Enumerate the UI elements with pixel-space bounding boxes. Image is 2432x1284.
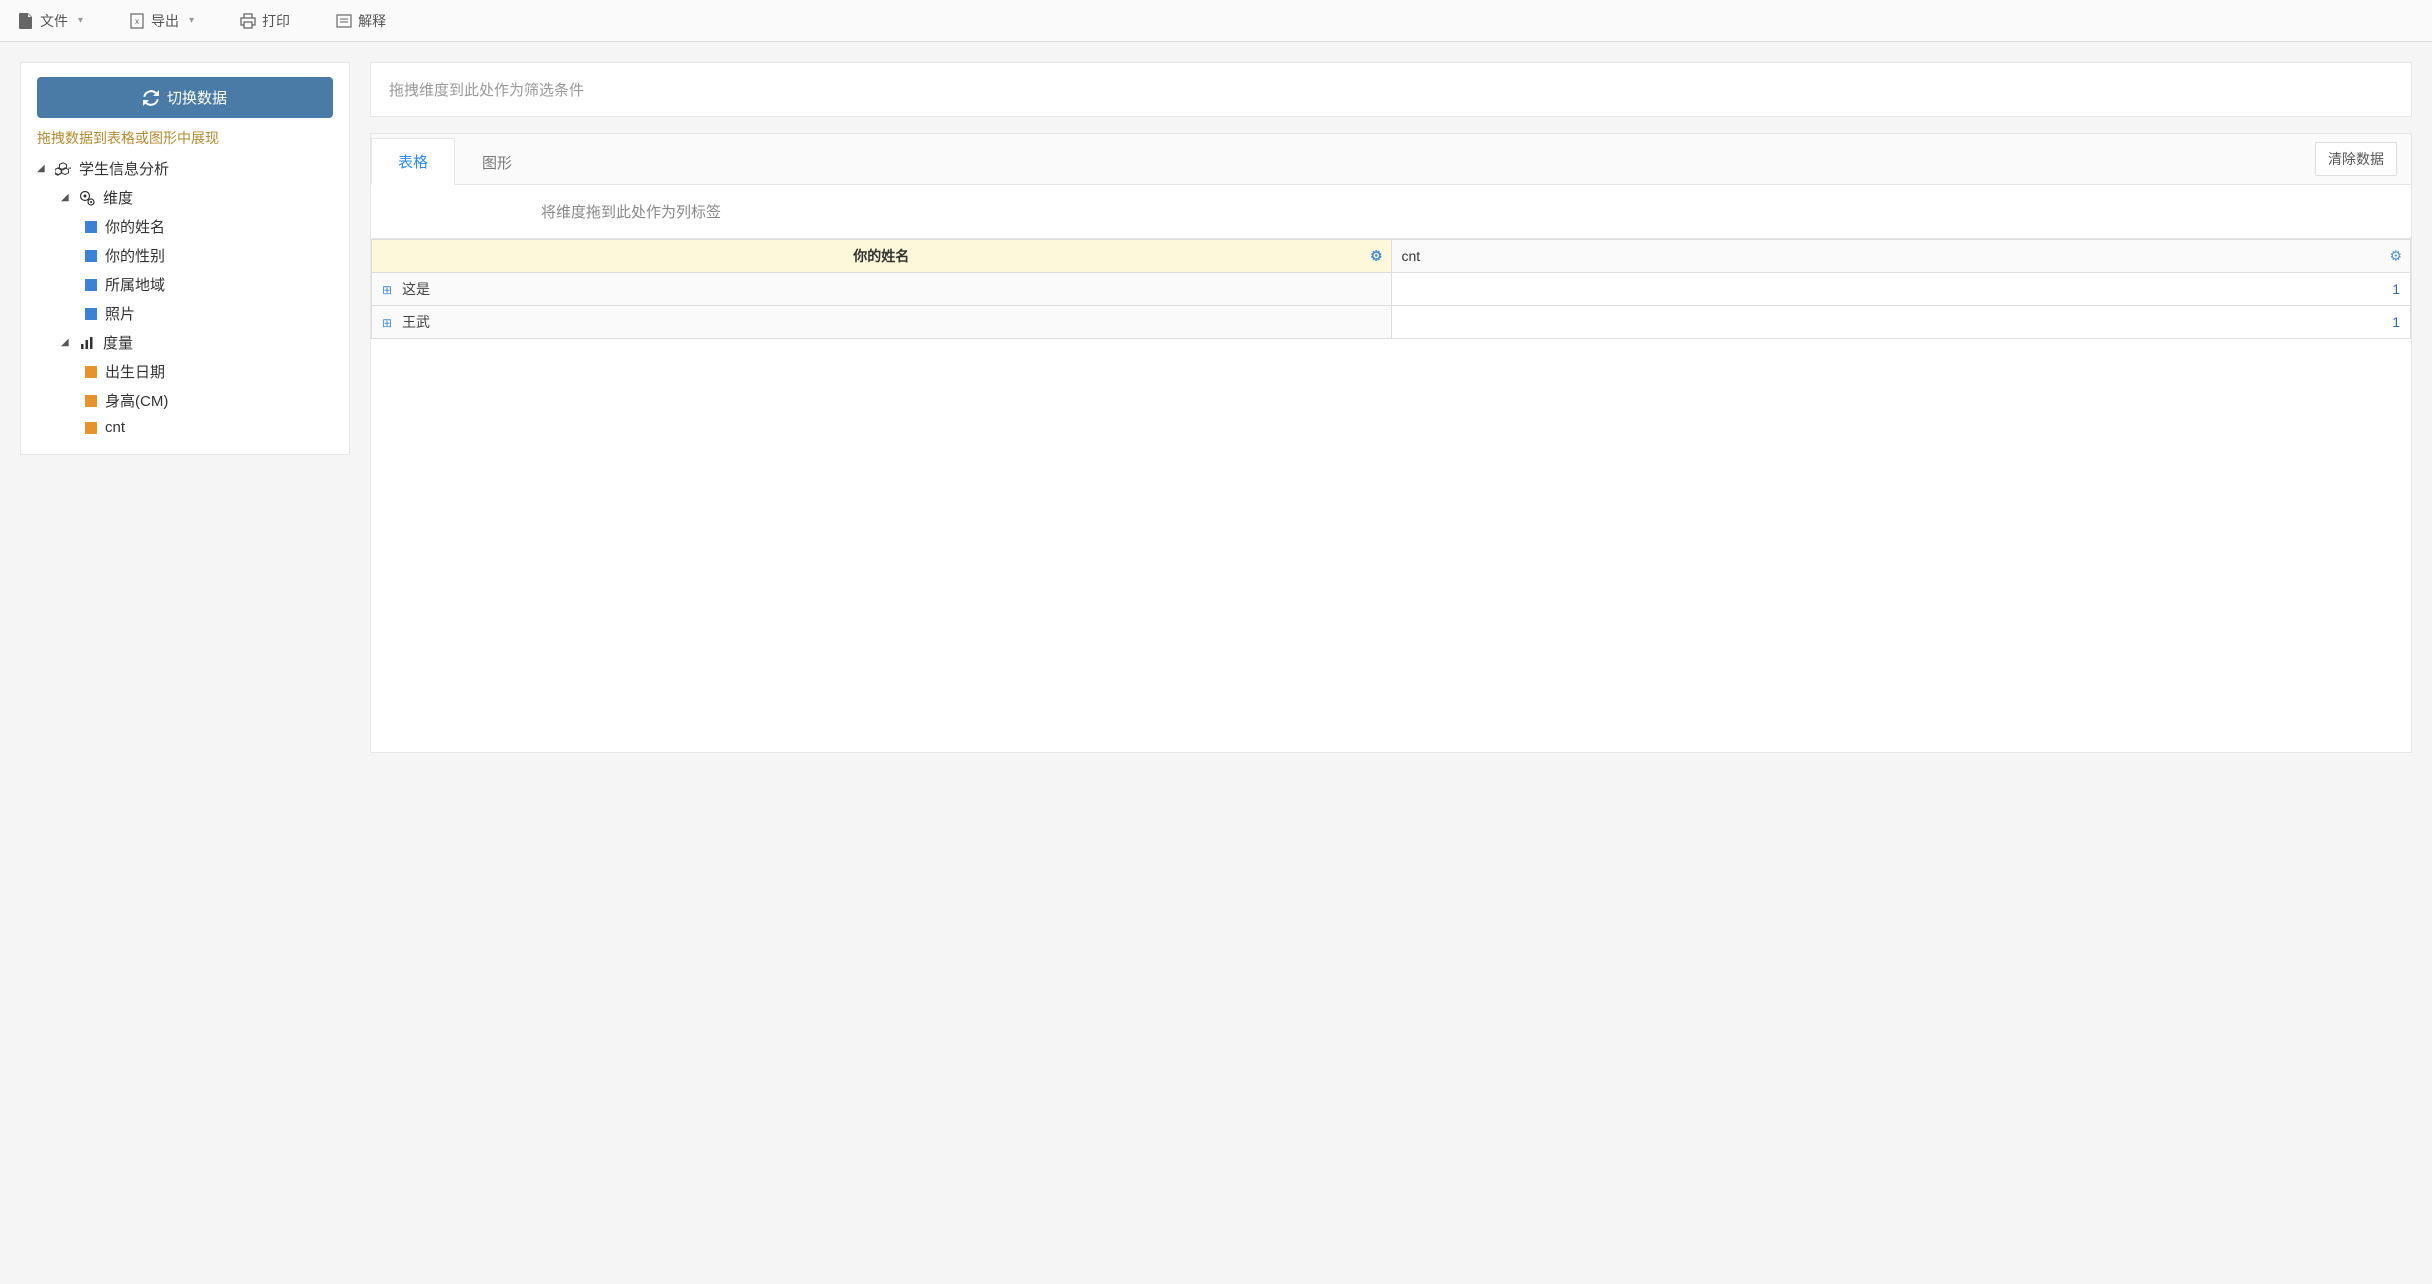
measure-group[interactable]: ◢ 度量: [61, 328, 333, 357]
pivot-value-cell[interactable]: 1: [1391, 306, 2411, 339]
measure-item[interactable]: 身高(CM): [85, 386, 333, 415]
result-panel: 表格 图形 清除数据 将维度拖到此处作为列标签 你的姓名 ⚙: [370, 133, 2412, 753]
dimension-item-label: 照片: [105, 303, 135, 324]
expand-icon[interactable]: ⊞: [382, 283, 392, 297]
switch-data-label: 切换数据: [167, 87, 227, 108]
pivot-row-label-cell[interactable]: ⊞ 王武: [372, 306, 1392, 339]
caret-icon: ◢: [37, 163, 47, 174]
content-area: 拖拽维度到此处作为筛选条件 表格 图形 清除数据 将维度拖到此处作为列标签: [370, 62, 2412, 753]
dimension-group[interactable]: ◢ 维度: [61, 183, 333, 212]
export-menu[interactable]: x 导出 ▾: [121, 7, 202, 35]
chevron-down-icon: ▾: [78, 15, 83, 26]
dimension-item-label: 你的性别: [105, 245, 165, 266]
svg-text:x: x: [135, 17, 139, 26]
dimension-item-label: 所属地域: [105, 274, 165, 295]
pivot-value-cell[interactable]: 1: [1391, 273, 2411, 306]
tabs: 表格 图形: [371, 138, 539, 184]
gear-icon[interactable]: ⚙: [1370, 248, 1383, 265]
measure-item[interactable]: 出生日期: [85, 357, 333, 386]
dimension-item[interactable]: 你的性别: [85, 241, 333, 270]
cubes-icon: [55, 161, 71, 177]
measure-item-label: 身高(CM): [105, 390, 168, 411]
measure-item-label: 出生日期: [105, 361, 165, 382]
filter-drop-zone[interactable]: 拖拽维度到此处作为筛选条件: [370, 62, 2412, 117]
explain-button[interactable]: 解释: [328, 7, 394, 35]
measure-marker-icon: [85, 395, 97, 407]
switch-data-button[interactable]: 切换数据: [37, 77, 333, 118]
file-menu-label: 文件: [40, 11, 68, 31]
pivot-measure-header[interactable]: cnt ⚙: [1391, 240, 2411, 273]
bars-icon: [79, 335, 95, 351]
data-tree: ◢ 学生信息分析 ◢ 维度: [37, 154, 333, 440]
pivot-table: 你的姓名 ⚙ cnt ⚙ ⊞ 这是 1: [371, 239, 2411, 339]
tab-chart-label: 图形: [482, 155, 512, 172]
chevron-down-icon: ▾: [189, 15, 194, 26]
file-menu[interactable]: 文件 ▾: [10, 7, 91, 35]
pivot-header-row: 你的姓名 ⚙ cnt ⚙: [372, 240, 2411, 273]
expand-icon[interactable]: ⊞: [382, 316, 392, 330]
file-icon: [18, 13, 34, 29]
tree-root[interactable]: ◢ 学生信息分析: [37, 154, 333, 183]
clear-data-button[interactable]: 清除数据: [2315, 142, 2397, 176]
print-button-label: 打印: [262, 11, 290, 31]
pivot-dim-header[interactable]: 你的姓名 ⚙: [372, 240, 1392, 273]
print-icon: [240, 13, 256, 29]
dimension-item[interactable]: 你的姓名: [85, 212, 333, 241]
pivot-data-row: ⊞ 这是 1: [372, 273, 2411, 306]
dimension-item-label: 你的姓名: [105, 216, 165, 237]
pivot-dim-header-label: 你的姓名: [853, 248, 909, 264]
measure-item-label: cnt: [105, 419, 125, 436]
export-icon: x: [129, 13, 145, 29]
pivot-data-row: ⊞ 王武 1: [372, 306, 2411, 339]
print-button[interactable]: 打印: [232, 7, 298, 35]
tree-root-label: 学生信息分析: [79, 158, 169, 179]
refresh-icon: [143, 90, 159, 106]
clear-data-label: 清除数据: [2328, 151, 2384, 167]
table-area: 将维度拖到此处作为列标签 你的姓名 ⚙ cnt ⚙: [371, 185, 2411, 339]
dimension-marker-icon: [85, 250, 97, 262]
dimension-group-label: 维度: [103, 187, 133, 208]
dimension-item[interactable]: 照片: [85, 299, 333, 328]
pivot-row-label: 王武: [402, 314, 430, 330]
explain-button-label: 解释: [358, 11, 386, 31]
pivot-measure-header-label: cnt: [1402, 248, 1421, 264]
sidebar: 切换数据 拖拽数据到表格或图形中展现 ◢ 学生信息分析 ◢: [20, 62, 350, 455]
gears-icon: [79, 190, 95, 206]
tab-table-label: 表格: [398, 154, 428, 171]
measure-marker-icon: [85, 366, 97, 378]
measure-group-label: 度量: [103, 332, 133, 353]
pivot-row-label: 这是: [402, 281, 430, 297]
dimension-item[interactable]: 所属地域: [85, 270, 333, 299]
export-menu-label: 导出: [151, 11, 179, 31]
top-toolbar: 文件 ▾ x 导出 ▾ 打印 解释: [0, 0, 2432, 42]
dimension-marker-icon: [85, 308, 97, 320]
dimension-marker-icon: [85, 279, 97, 291]
dimension-marker-icon: [85, 221, 97, 233]
main-layout: 切换数据 拖拽数据到表格或图形中展现 ◢ 学生信息分析 ◢: [0, 42, 2432, 773]
drag-hint: 拖拽数据到表格或图形中展现: [37, 128, 333, 148]
measure-item[interactable]: cnt: [85, 415, 333, 440]
gear-icon[interactable]: ⚙: [2389, 248, 2402, 265]
explain-icon: [336, 13, 352, 29]
pivot-row-label-cell[interactable]: ⊞ 这是: [372, 273, 1392, 306]
caret-icon: ◢: [61, 337, 71, 348]
tab-chart[interactable]: 图形: [455, 139, 539, 185]
measure-marker-icon: [85, 422, 97, 434]
panel-header: 表格 图形 清除数据: [371, 134, 2411, 185]
tab-table[interactable]: 表格: [371, 138, 455, 185]
column-drop-zone[interactable]: 将维度拖到此处作为列标签: [371, 185, 2411, 239]
caret-icon: ◢: [61, 192, 71, 203]
